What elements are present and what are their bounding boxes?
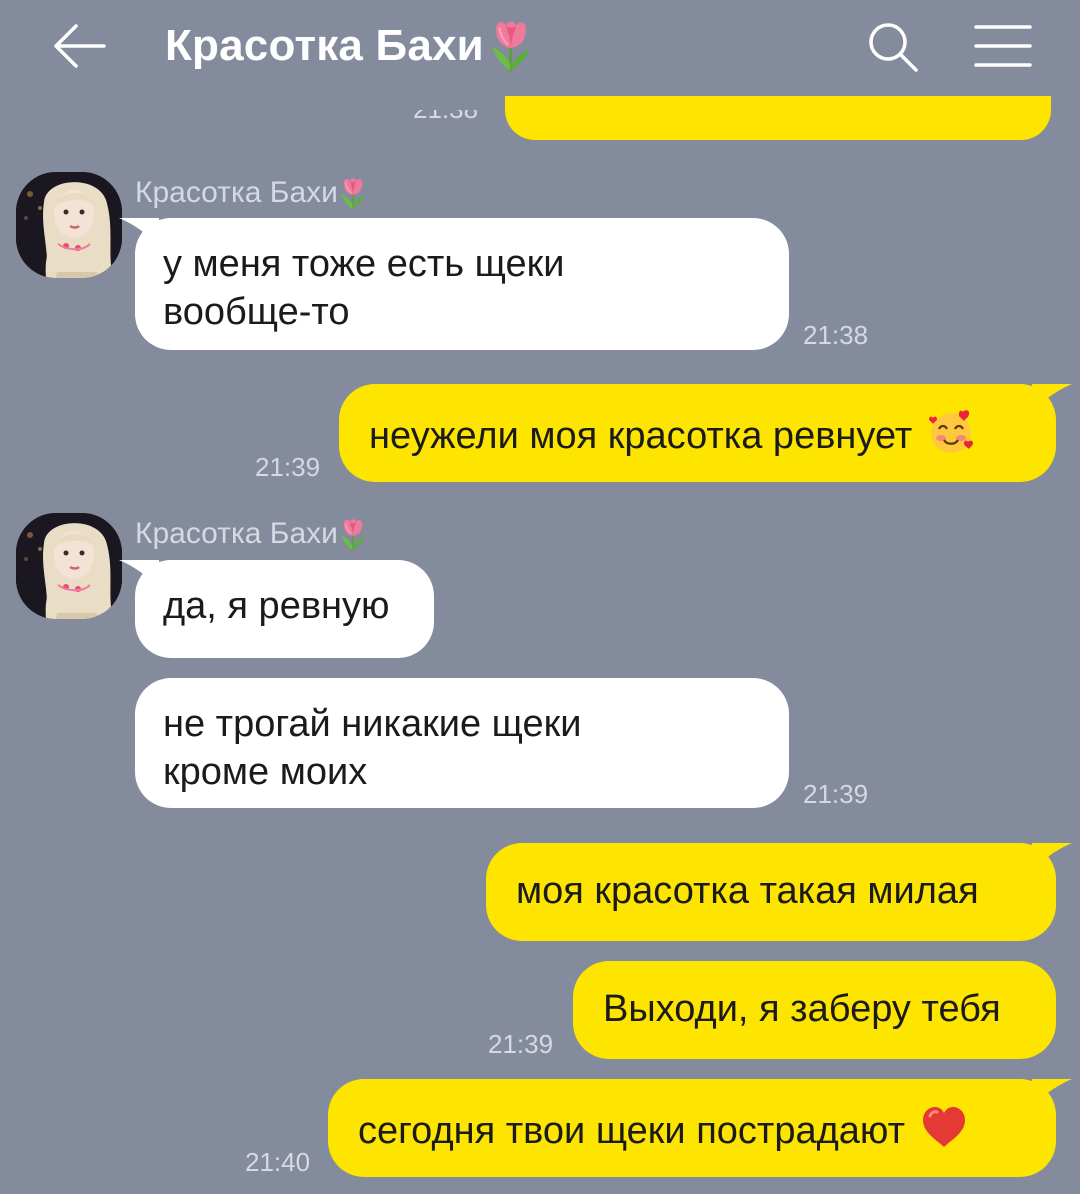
bubble-tail bbox=[1032, 384, 1072, 414]
search-icon bbox=[869, 23, 918, 72]
sender-name: Красотка Бахи bbox=[135, 515, 368, 553]
sender-name: Красотка Бахи bbox=[135, 174, 368, 212]
message-text: сегодня твои щеки пострадают bbox=[358, 1110, 905, 1152]
arrow-left-icon bbox=[54, 24, 106, 68]
message-text-line: у меня тоже есть щеки bbox=[163, 243, 565, 285]
message-bubble-outgoing[interactable]: моя красотка такая милая bbox=[486, 843, 1072, 941]
bubble-tail bbox=[119, 560, 159, 590]
chat-title-text: Красотка Бахи bbox=[165, 21, 484, 70]
message-time: 21:39 bbox=[488, 1029, 554, 1059]
chat-header: Красотка Бахи bbox=[0, 0, 1080, 96]
message-time: 21:40 bbox=[245, 1147, 311, 1177]
avatar[interactable] bbox=[16, 172, 122, 278]
message-text: Выходи, я заберу тебя bbox=[603, 988, 1001, 1030]
chat-title: Красотка Бахи bbox=[165, 16, 536, 74]
red-heart-icon bbox=[922, 1107, 965, 1147]
back-button[interactable] bbox=[52, 22, 108, 70]
avatar-image bbox=[16, 513, 122, 619]
search-button[interactable] bbox=[866, 20, 920, 74]
bubble-tail bbox=[1032, 843, 1072, 873]
tulip-emoji-icon bbox=[340, 177, 366, 211]
message-time: 21:39 bbox=[255, 452, 321, 482]
message-bubble-outgoing[interactable]: сегодня твои щеки пострадают bbox=[328, 1079, 1072, 1177]
message-time: 21:39 bbox=[803, 779, 869, 809]
message-time: 21:38 bbox=[413, 110, 493, 132]
message-time: 21:38 bbox=[803, 320, 869, 350]
message-bubble-incoming[interactable]: да, я ревную bbox=[119, 560, 434, 658]
message-text: моя красотка такая милая bbox=[516, 870, 979, 912]
message-bubble-outgoing[interactable]: Выходи, я заберу тебя bbox=[573, 961, 1056, 1059]
tulip-emoji-icon bbox=[340, 518, 366, 552]
avatar-image bbox=[16, 172, 122, 278]
message-text-line: вообще-то bbox=[163, 291, 350, 333]
bubble-tail bbox=[1032, 1079, 1072, 1109]
avatar[interactable] bbox=[16, 513, 122, 619]
message-bubble-outgoing[interactable]: неужели моя красотка ревнует bbox=[339, 384, 1072, 482]
bubble-tail bbox=[119, 218, 159, 248]
hamburger-menu-icon bbox=[974, 25, 1032, 67]
message-text: да, я ревную bbox=[163, 585, 390, 627]
sender-name-text: Красотка Бахи bbox=[135, 176, 338, 209]
message-bubble-incoming[interactable]: не трогай никакие щеки кроме моих bbox=[135, 678, 789, 808]
message-bubble-incoming[interactable]: у меня тоже есть щеки вообще-то bbox=[119, 218, 789, 350]
smiling-face-with-hearts-icon bbox=[928, 410, 973, 453]
message-text-line: не трогай никакие щеки bbox=[163, 703, 582, 745]
menu-button[interactable] bbox=[974, 24, 1032, 68]
sender-name-text: Красотка Бахи bbox=[135, 517, 338, 550]
message-text: неужели моя красотка ревнует bbox=[369, 415, 913, 457]
message-text-line: кроме моих bbox=[163, 751, 368, 793]
tulip-emoji-icon bbox=[491, 19, 531, 74]
